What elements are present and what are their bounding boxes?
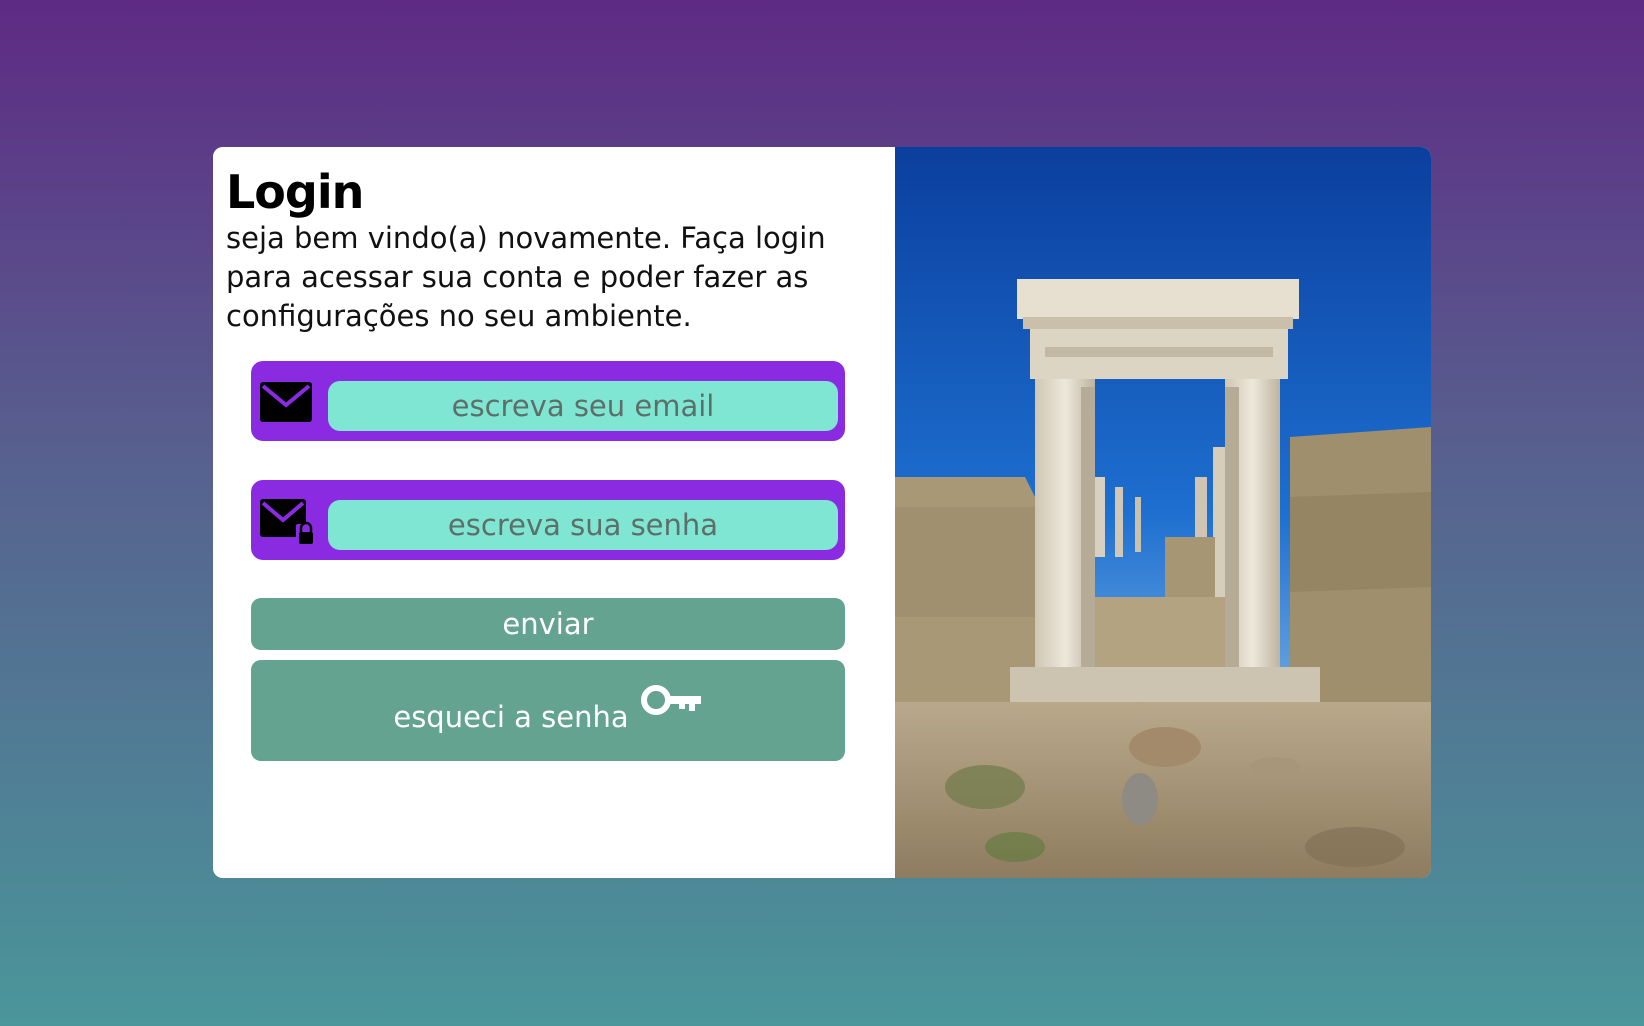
envelope-icon [260, 382, 312, 422]
password-field-group [251, 480, 845, 560]
hero-image-panel [895, 147, 1431, 878]
email-field-group [251, 361, 845, 441]
welcome-text: seja bem vindo(a) novamente. Faça login … [226, 221, 826, 333]
forgot-password-label: esqueci a senha [393, 699, 629, 734]
send-button-label: enviar [502, 607, 594, 641]
send-button[interactable]: enviar [251, 598, 845, 650]
ruins-gate-photo [895, 147, 1431, 878]
login-form-panel: Login seja bem vindo(a) novamente. Faça … [213, 147, 895, 878]
forgot-password-button[interactable]: esqueci a senha [251, 660, 845, 761]
password-input[interactable] [328, 500, 838, 550]
key-icon [640, 684, 701, 715]
login-card: Login seja bem vindo(a) novamente. Faça … [213, 147, 1431, 878]
envelope-lock-icon [260, 499, 314, 544]
email-input[interactable] [328, 381, 838, 431]
page-title: Login [226, 165, 364, 219]
